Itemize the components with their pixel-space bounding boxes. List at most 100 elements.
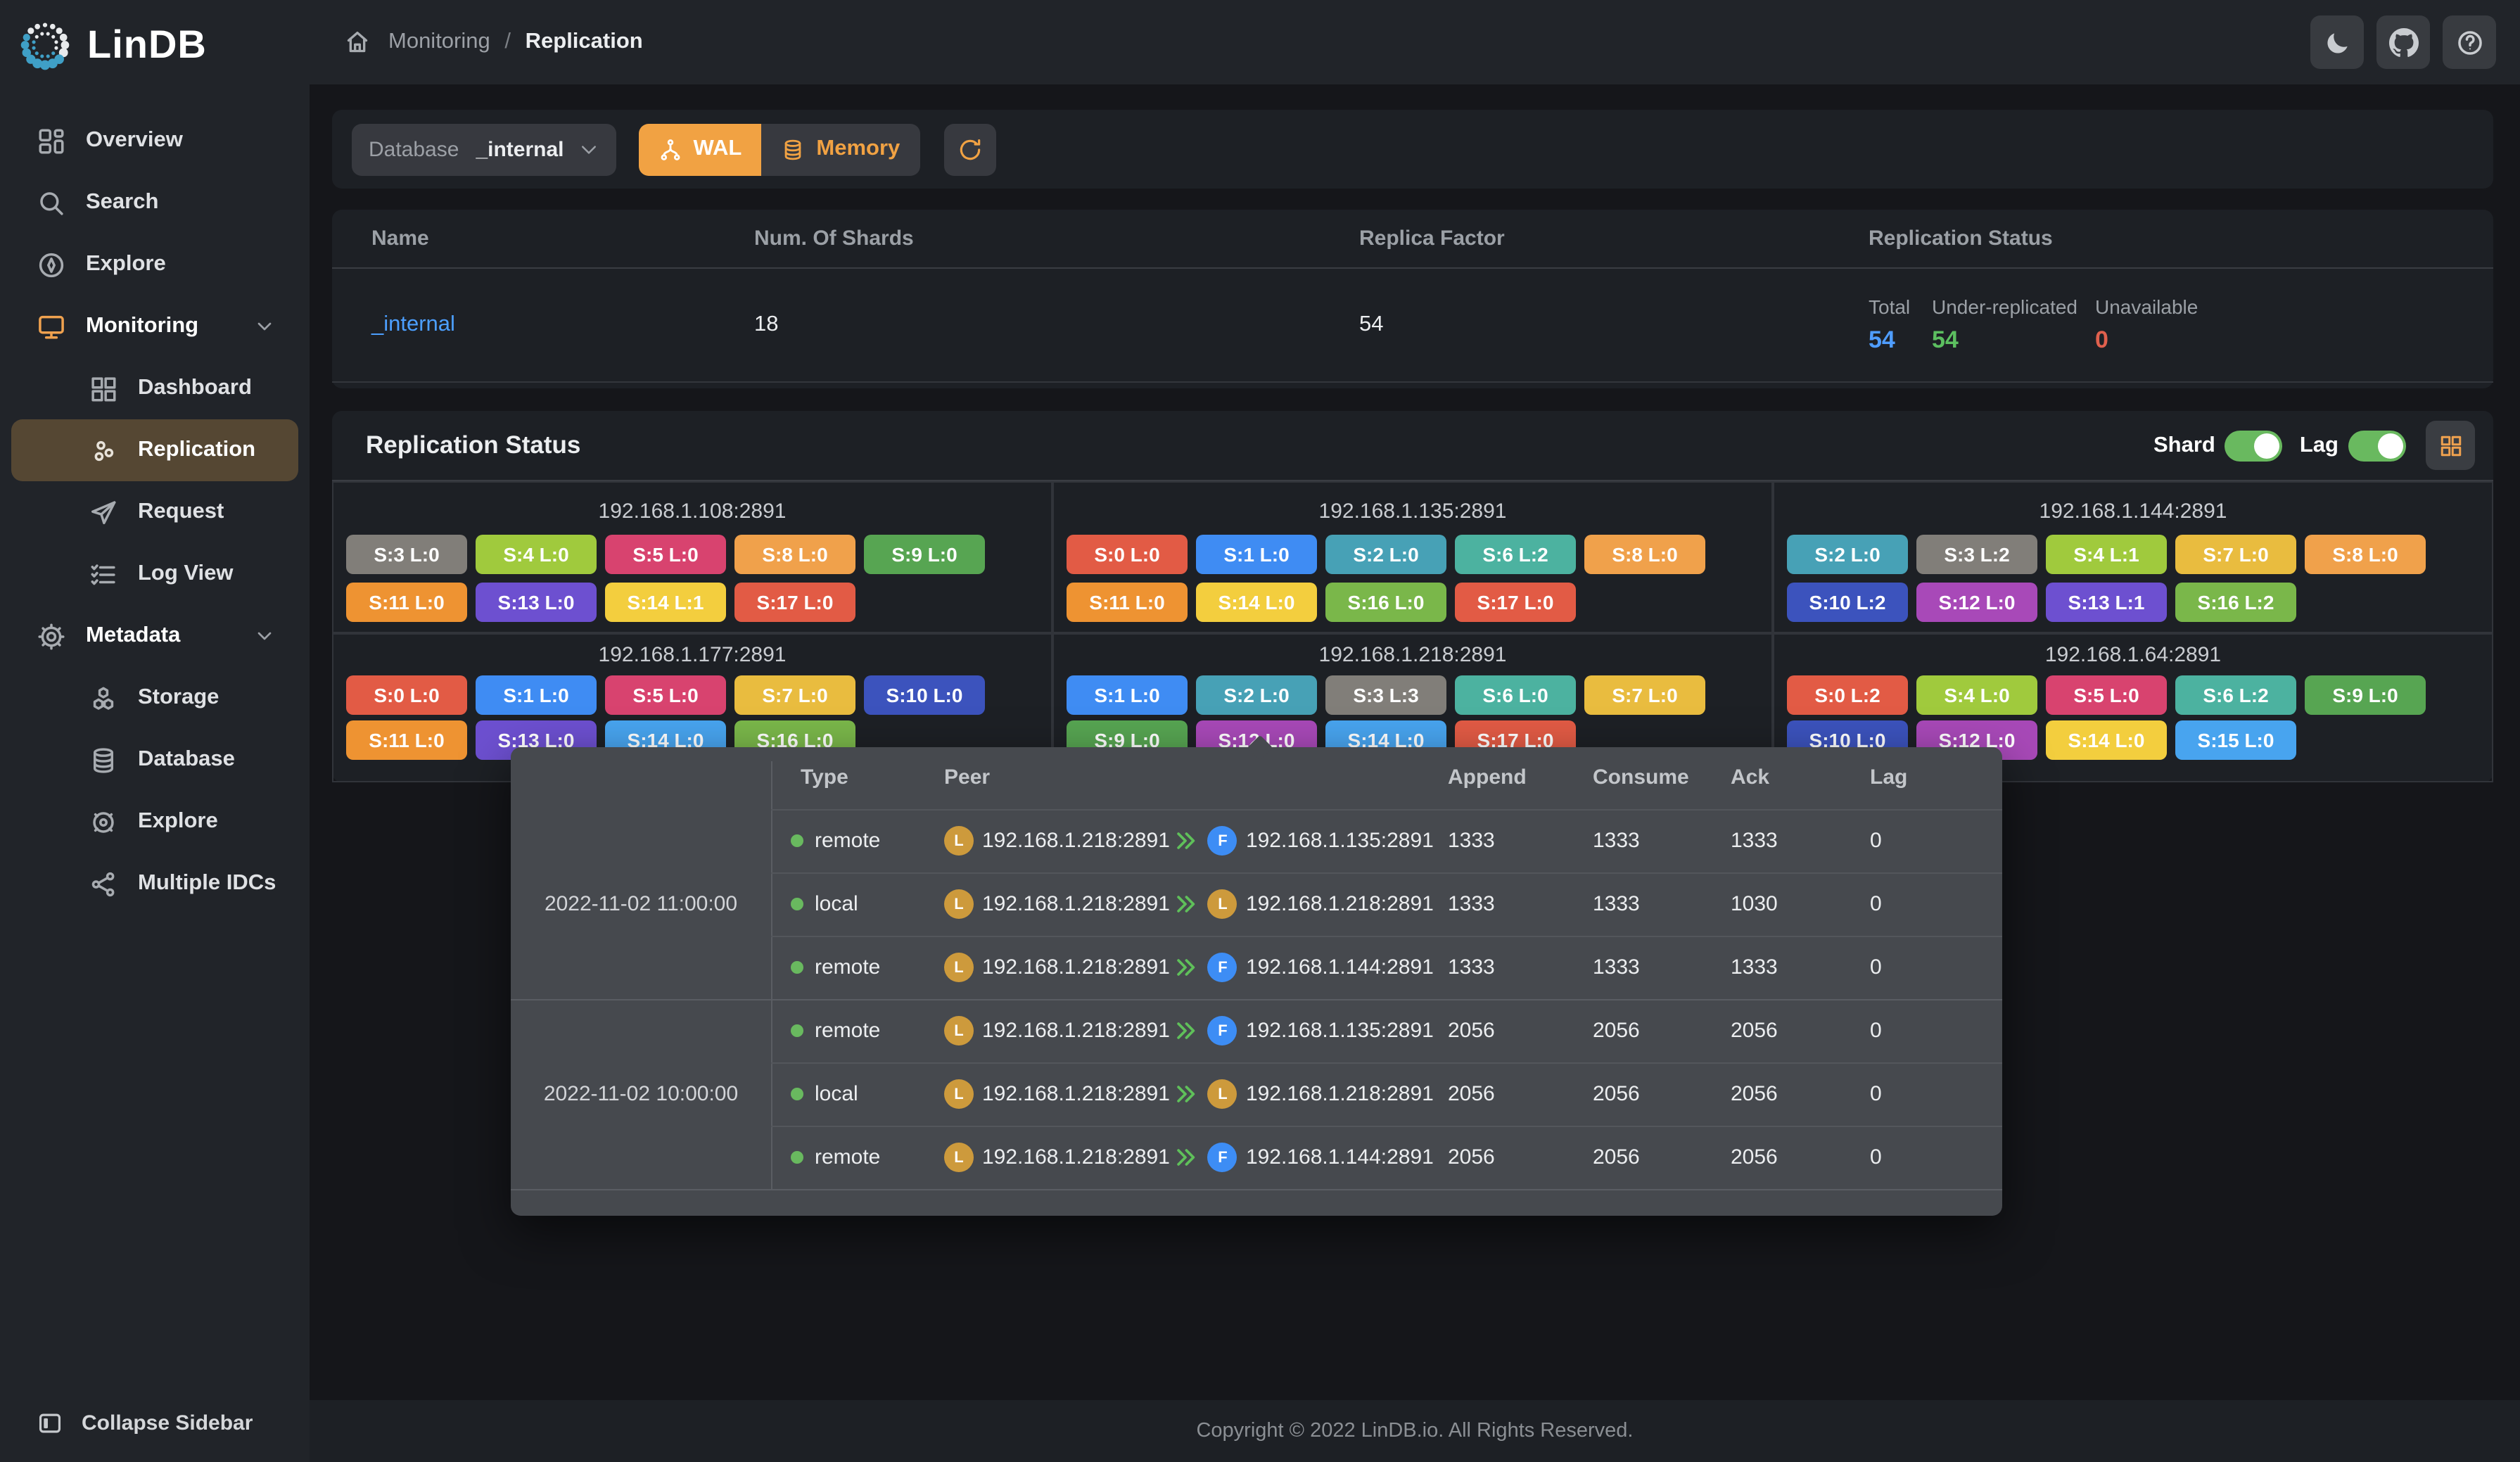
memory-button-label: Memory	[816, 136, 900, 162]
shard-badge[interactable]: S:17 L:0	[1455, 583, 1576, 622]
shard-badge[interactable]: S:16 L:0	[1325, 583, 1446, 622]
shard-badge[interactable]: S:0 L:2	[1787, 675, 1908, 715]
shard-badge[interactable]: S:0 L:0	[1067, 535, 1188, 574]
total-value: 54	[1869, 326, 1932, 355]
shard-badge[interactable]: S:12 L:0	[1916, 583, 2037, 622]
shard-badge[interactable]: S:17 L:0	[734, 583, 855, 622]
shard-badge[interactable]: S:1 L:0	[476, 675, 597, 715]
shard-badge[interactable]: S:13 L:0	[476, 583, 597, 622]
shard-badge[interactable]: S:2 L:0	[1787, 535, 1908, 574]
shard-badge[interactable]: S:5 L:0	[2046, 675, 2167, 715]
shard-badge[interactable]: S:4 L:0	[476, 535, 597, 574]
copyright-text: Copyright © 2022 LinDB.io. All Rights Re…	[1196, 1420, 1633, 1442]
sidebar-item-explore[interactable]: Explore	[11, 791, 298, 853]
home-icon[interactable]	[343, 28, 371, 56]
shard-badge[interactable]: S:9 L:0	[864, 535, 985, 574]
unavailable-label: Unavailable	[2095, 295, 2250, 318]
logo[interactable]: LinDB	[0, 0, 310, 90]
theme-toggle-button[interactable]	[2310, 15, 2364, 69]
shard-badge[interactable]: S:3 L:0	[346, 535, 467, 574]
shard-badge-row: S:10 L:2S:12 L:0S:13 L:1S:16 L:2	[1784, 583, 2482, 622]
sidebar-item-log-view[interactable]: Log View	[11, 543, 298, 605]
shard-badge[interactable]: S:6 L:2	[1455, 535, 1576, 574]
sidebar-item-database[interactable]: Database	[11, 729, 298, 791]
refresh-button[interactable]	[943, 123, 995, 175]
sidebar-item-overview[interactable]: Overview	[11, 110, 298, 172]
database-select-value: _internal	[476, 137, 564, 161]
hexagons-icon	[89, 683, 118, 713]
shard-badge[interactable]: S:1 L:0	[1196, 535, 1317, 574]
sidebar-item-replication[interactable]: Replication	[11, 419, 298, 481]
replicator-state-popup: Type Peer Append Consume Ack Lag 2022-11…	[511, 747, 2002, 1216]
shard-badge[interactable]: S:6 L:2	[2175, 675, 2296, 715]
shard-badge[interactable]: S:4 L:0	[1916, 675, 2037, 715]
sidebar-item-dashboard[interactable]: Dashboard	[11, 357, 298, 419]
shard-badge[interactable]: S:7 L:0	[2175, 535, 2296, 574]
shard-badge[interactable]: S:8 L:0	[2305, 535, 2426, 574]
shard-badge[interactable]: S:14 L:0	[2046, 720, 2167, 760]
shard-badge[interactable]: S:3 L:2	[1916, 535, 2037, 574]
shard-badge[interactable]: S:4 L:1	[2046, 535, 2167, 574]
shard-badge[interactable]: S:11 L:0	[346, 720, 467, 760]
shard-badge[interactable]: S:6 L:0	[1455, 675, 1576, 715]
shard-badge[interactable]: S:2 L:0	[1325, 535, 1446, 574]
shard-toggle[interactable]	[2225, 430, 2283, 461]
sidebar-item-multiple-idcs[interactable]: Multiple IDCs	[11, 853, 298, 915]
popup-row-divider	[511, 1189, 2002, 1190]
shard-badge[interactable]: S:10 L:2	[1787, 583, 1908, 622]
peer-target-address: 192.168.1.218:2891	[1246, 1082, 1434, 1106]
shard-badge[interactable]: S:3 L:3	[1325, 675, 1446, 715]
grid-view-button[interactable]	[2426, 421, 2475, 470]
database-name-link[interactable]: _internal	[332, 312, 754, 338]
wal-button[interactable]: WAL	[639, 123, 762, 175]
sidebar-item-monitoring[interactable]: Monitoring	[11, 295, 298, 357]
github-button[interactable]	[2376, 15, 2430, 69]
breadcrumb-section[interactable]: Monitoring	[388, 30, 490, 53]
sidebar-item-label: Overview	[86, 128, 183, 153]
shard-badge[interactable]: S:5 L:0	[605, 675, 726, 715]
popup-col-lag: Lag	[1870, 765, 1907, 789]
sidebar-item-label: Metadata	[86, 623, 180, 649]
shard-badge[interactable]: S:14 L:0	[1196, 583, 1317, 622]
memory-button[interactable]: Memory	[761, 123, 919, 175]
consume-value: 1333	[1593, 872, 1640, 936]
shard-badge[interactable]: S:13 L:1	[2046, 583, 2167, 622]
shard-badge[interactable]: S:9 L:0	[2305, 675, 2426, 715]
replica-type-cell: remote	[791, 936, 880, 999]
peer-target-address: 192.168.1.135:2891	[1246, 1019, 1434, 1043]
shard-badge[interactable]: S:0 L:0	[346, 675, 467, 715]
status-dot-icon	[791, 1151, 803, 1164]
shard-badge[interactable]: S:7 L:0	[734, 675, 855, 715]
peer-cell: L192.168.1.218:2891L192.168.1.218:2891	[944, 872, 1434, 936]
shard-badge[interactable]: S:11 L:0	[346, 583, 467, 622]
shard-badge[interactable]: S:7 L:0	[1584, 675, 1705, 715]
append-value: 1333	[1448, 936, 1495, 999]
lag-toggle[interactable]	[2348, 430, 2406, 461]
ack-value: 1333	[1731, 936, 1778, 999]
shard-badge[interactable]: S:10 L:0	[864, 675, 985, 715]
cluster-icon	[89, 436, 118, 465]
shard-badge[interactable]: S:11 L:0	[1067, 583, 1188, 622]
node-cards-grid: 192.168.1.108:2891S:3 L:0S:4 L:0S:5 L:0S…	[332, 481, 2493, 782]
sidebar-item-storage[interactable]: Storage	[11, 667, 298, 729]
sidebar-item-label: Explore	[138, 809, 218, 834]
sidebar-item-search[interactable]: Search	[11, 172, 298, 234]
collapse-sidebar-button[interactable]: Collapse Sidebar	[0, 1383, 310, 1462]
shard-badge[interactable]: S:5 L:0	[605, 535, 726, 574]
database-select-label: Database	[369, 137, 459, 161]
sidebar-item-metadata[interactable]: Metadata	[11, 605, 298, 667]
shard-badge[interactable]: S:16 L:2	[2175, 583, 2296, 622]
shard-badge[interactable]: S:8 L:0	[734, 535, 855, 574]
sidebar-item-request[interactable]: Request	[11, 481, 298, 543]
popup-row: remote L192.168.1.218:2891F192.168.1.144…	[511, 1126, 2002, 1189]
database-select[interactable]: Database _internal	[352, 123, 616, 175]
help-button[interactable]	[2443, 15, 2496, 69]
shard-badge[interactable]: S:8 L:0	[1584, 535, 1705, 574]
shard-badge[interactable]: S:1 L:0	[1067, 675, 1188, 715]
replica-type-cell: local	[791, 872, 858, 936]
shard-badge[interactable]: S:2 L:0	[1196, 675, 1317, 715]
shard-branch-icon	[658, 137, 682, 161]
sidebar-item-explore[interactable]: Explore	[11, 234, 298, 295]
shard-badge[interactable]: S:14 L:1	[605, 583, 726, 622]
shard-badge[interactable]: S:15 L:0	[2175, 720, 2296, 760]
